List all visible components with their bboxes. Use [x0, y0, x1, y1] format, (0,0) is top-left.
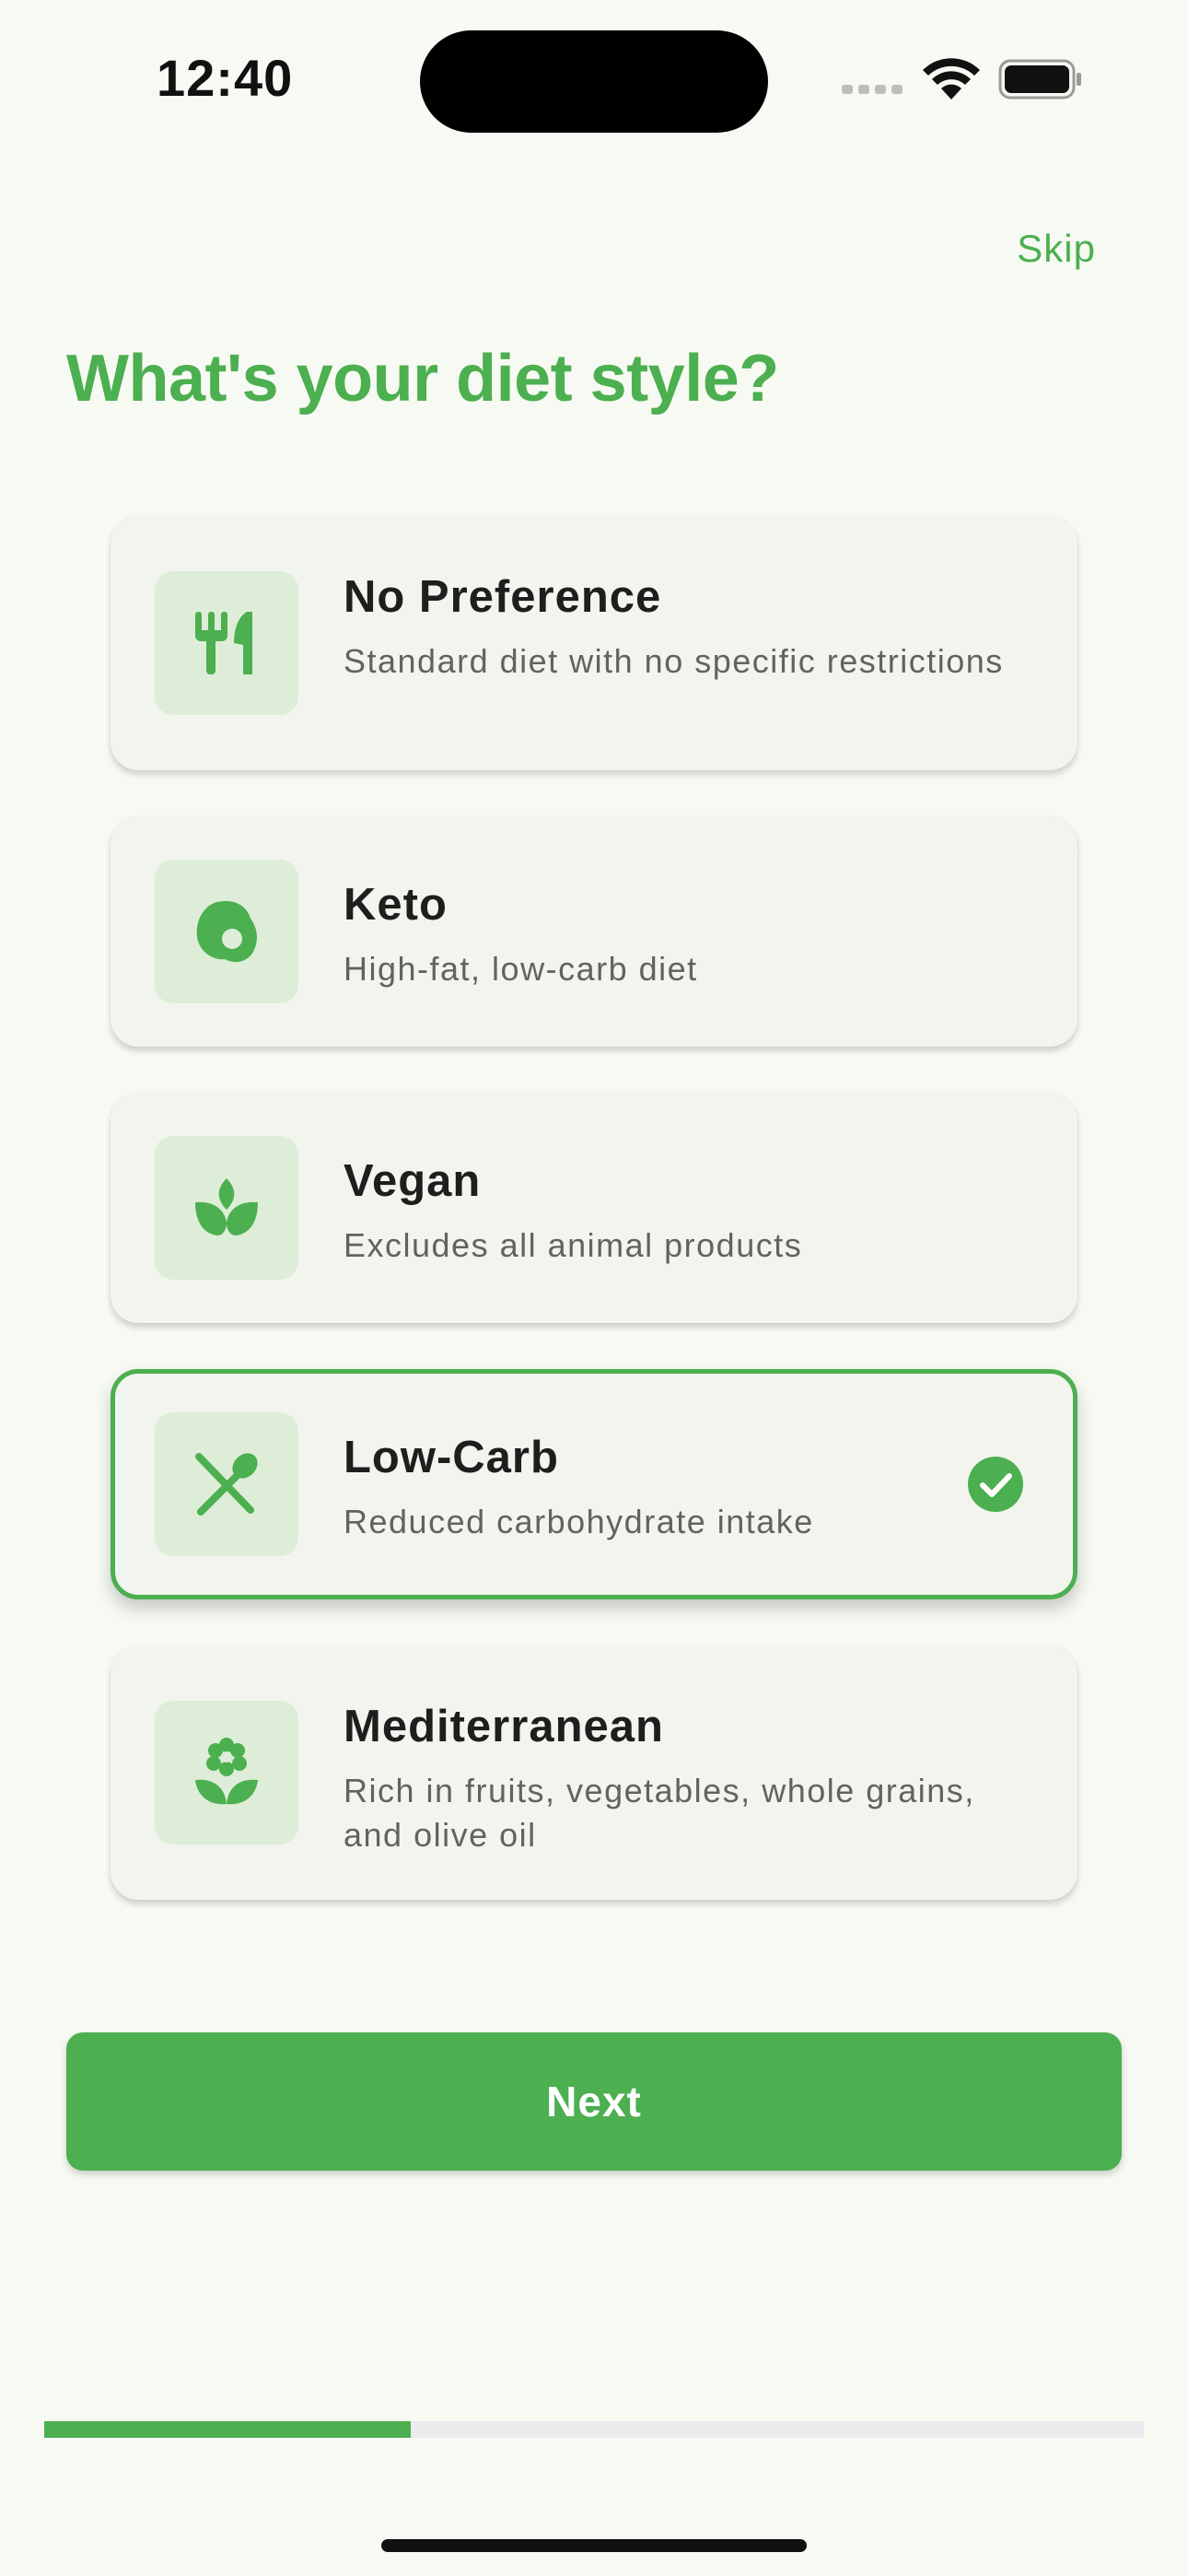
progress-bar [44, 2421, 1144, 2438]
option-title: No Preference [344, 572, 662, 622]
checkmark-circle-icon [968, 1457, 1023, 1512]
next-button[interactable]: Next [66, 2032, 1122, 2171]
option-title: Low-Carb [344, 1433, 559, 1482]
no-meal-icon [195, 1453, 258, 1516]
diet-option-mediterranean[interactable]: Mediterranean Rich in fruits, vegetables… [111, 1645, 1077, 1900]
utensils-icon [195, 612, 252, 674]
icon-container [155, 571, 298, 715]
option-title: Vegan [344, 1156, 482, 1206]
dynamic-island [420, 30, 768, 133]
option-description: High-fat, low-carb diet [344, 950, 698, 988]
status-time: 12:40 [157, 49, 294, 107]
flower-icon [195, 1738, 258, 1805]
option-title: Mediterranean [344, 1702, 664, 1751]
egg-icon [196, 900, 257, 963]
icon-container [155, 1701, 298, 1844]
option-description: Reduced carbohydrate intake [344, 1503, 814, 1540]
sprout-icon [195, 1178, 258, 1235]
wifi-icon [923, 58, 980, 100]
diet-option-low-carb[interactable]: Low-Carb Reduced carbohydrate intake [111, 1369, 1077, 1599]
icon-container [155, 1412, 298, 1556]
diet-option-no-preference[interactable]: No Preference Standard diet with no spec… [111, 516, 1077, 770]
option-title: Keto [344, 880, 448, 930]
diet-option-keto[interactable]: Keto High-fat, low-carb diet [111, 816, 1077, 1047]
icon-container [155, 860, 298, 1003]
cellular-signal-icon [842, 85, 903, 94]
option-description: Rich in fruits, vegetables, whole grains… [344, 1772, 975, 1854]
diet-option-vegan[interactable]: Vegan Excludes all animal products [111, 1093, 1077, 1323]
home-indicator [381, 2539, 807, 2552]
option-description: Standard diet with no specific restricti… [344, 642, 1004, 680]
page-title: What's your diet style? [66, 342, 779, 416]
skip-button[interactable]: Skip [1017, 227, 1096, 271]
battery-icon [998, 59, 1081, 100]
icon-container [155, 1136, 298, 1280]
option-description: Excludes all animal products [344, 1226, 803, 1264]
progress-fill [44, 2421, 411, 2438]
